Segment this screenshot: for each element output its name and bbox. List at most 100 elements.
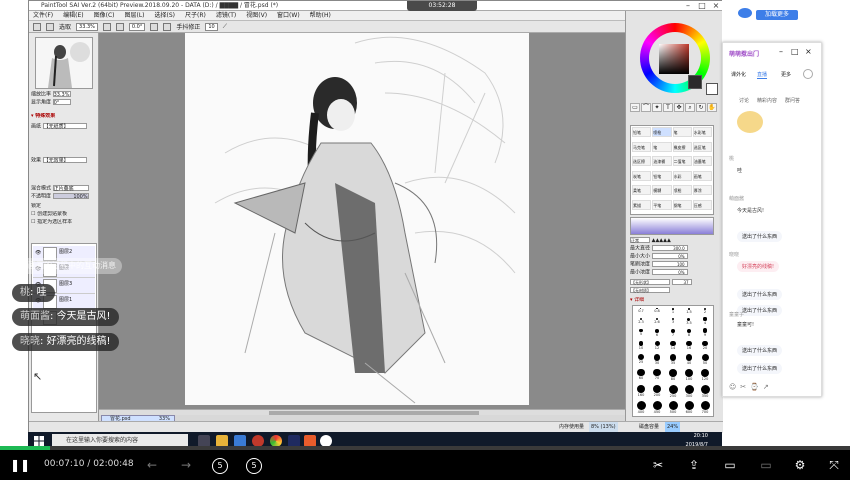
brush-size-preset[interactable]: 2	[704, 307, 706, 314]
maximize-icon[interactable]: □	[695, 1, 709, 11]
brush-size-preset[interactable]: 80	[669, 368, 677, 381]
chat-minimize-icon[interactable]: –	[779, 47, 783, 56]
sub-tab[interactable]: 群问答	[785, 97, 800, 104]
chat-close-icon[interactable]: ×	[805, 47, 812, 56]
chat-tab[interactable]: 更多	[781, 71, 791, 78]
brush-item[interactable]: 铅笔	[632, 127, 652, 137]
share-icon[interactable]: ⇪	[686, 458, 702, 472]
brush-item[interactable]: 模糊	[652, 185, 672, 195]
brush-item[interactable]: 二值笔	[672, 156, 692, 166]
brush-item[interactable]: 选区擦	[632, 156, 652, 166]
chat-tab-active[interactable]: 直播	[757, 71, 768, 79]
menu-help[interactable]: 帮助(H)	[310, 11, 331, 20]
brush-size-preset[interactable]: 10	[638, 341, 644, 350]
blend-select[interactable]: 正片叠底	[52, 185, 89, 192]
brush-item[interactable]: 炭笔	[632, 170, 652, 181]
menu-select[interactable]: 选择(S)	[155, 11, 176, 20]
clip-checkbox[interactable]: ☐ 创建剪贴蒙板	[31, 211, 97, 218]
navigator-thumbnail[interactable]	[35, 37, 93, 89]
zoom-box[interactable]: 33.3%	[76, 22, 98, 31]
brush-size-preset[interactable]: 60	[637, 369, 645, 380]
windows-start-icon[interactable]	[34, 436, 44, 446]
brush-size-preset[interactable]: 12	[654, 340, 660, 350]
brush-item[interactable]: 橡皮擦	[672, 141, 692, 152]
brush-item[interactable]: 笔	[652, 141, 672, 152]
brush-size-preset[interactable]: 6	[655, 328, 659, 337]
brush-size-preset[interactable]: 35	[669, 354, 677, 365]
select-all-icon[interactable]	[33, 22, 41, 31]
zoom-in-icon[interactable]	[115, 22, 124, 31]
brush-item[interactable]: 柔笔	[632, 185, 652, 195]
size-field[interactable]: 300.0	[651, 245, 688, 251]
brush-size-preset[interactable]: 5	[639, 328, 643, 336]
drawing-canvas[interactable]	[185, 33, 529, 405]
angle-box[interactable]: 0.0°	[128, 22, 146, 31]
brush-size-preset[interactable]: 500	[668, 401, 678, 414]
menu-view[interactable]: 视图(V)	[246, 11, 267, 20]
min-density-field[interactable]: 0%	[651, 269, 688, 275]
detail-toggle[interactable]: ▾ 详细	[630, 297, 718, 304]
zoom-out-icon[interactable]	[102, 22, 111, 31]
rotate-view-icon[interactable]: ↻	[696, 103, 706, 112]
add-icon[interactable]	[803, 69, 813, 79]
shape-swatches[interactable]: ▲▲▲▲▲	[652, 238, 671, 244]
menu-layer[interactable]: 图层(L)	[125, 11, 145, 20]
brush-size-preset[interactable]: 30	[653, 354, 661, 365]
scissors-icon[interactable]: ✂	[650, 458, 666, 472]
brush-size-preset[interactable]: 7	[671, 328, 675, 337]
brush-size-preset[interactable]: 1	[672, 308, 674, 314]
brush-size-preset[interactable]: 2.3	[638, 317, 644, 324]
brush-item[interactable]: 画笔	[692, 170, 712, 181]
forward-5-icon[interactable]: 5	[246, 458, 262, 474]
magic-wand-icon[interactable]: ✦	[652, 103, 662, 112]
brush-item[interactable]: 喷枪	[672, 185, 692, 195]
shape-value[interactable]: 37	[671, 279, 692, 285]
brush-item[interactable]: 选区笔	[692, 141, 712, 152]
effects-section-header[interactable]: ▾ 特殊效果	[31, 113, 97, 120]
brush-size-preset[interactable]: 50	[701, 353, 709, 365]
lasso-icon[interactable]: ⌒	[641, 103, 651, 112]
eye-icon[interactable]: 👁	[35, 250, 41, 256]
text-icon[interactable]: T	[663, 103, 673, 112]
rewind-5-icon[interactable]: 5	[212, 458, 228, 474]
select-rect-icon[interactable]: ▭	[630, 103, 640, 112]
screen-icon[interactable]: ▭	[758, 458, 774, 472]
brush-item[interactable]: 水彩	[672, 170, 692, 181]
brush-size-preset[interactable]: 70	[653, 368, 661, 380]
brush-size-preset[interactable]: 9	[702, 328, 708, 337]
brush-item[interactable]: 素描	[632, 199, 652, 210]
min-size-field[interactable]: 0%	[651, 253, 688, 259]
chat-tab[interactable]: 课外化	[731, 71, 746, 78]
texture-select[interactable]: 【无纸质】	[42, 123, 87, 130]
shape-select[interactable]: 【无形状】	[630, 279, 670, 285]
pause-icon[interactable]: ❚❚	[10, 458, 30, 472]
primary-color-swatch[interactable]	[688, 75, 702, 89]
brush-size-preset[interactable]: 400	[636, 401, 646, 414]
brush-size-preset[interactable]: 200	[652, 384, 662, 397]
zoom-field[interactable]: 33.3%	[52, 91, 71, 98]
stabilizer-box[interactable]: 10	[205, 22, 218, 31]
brush-size-preset[interactable]: 3	[671, 317, 675, 324]
menu-filter[interactable]: 滤镜(T)	[216, 11, 236, 20]
rotate-icon[interactable]	[150, 22, 159, 31]
zoom-icon[interactable]: ⌕	[685, 103, 695, 112]
hand-icon[interactable]: ✋	[707, 103, 717, 112]
brush-size-preset[interactable]: 600	[684, 401, 694, 414]
close-icon[interactable]: ×	[709, 1, 723, 11]
prev-icon[interactable]: ←	[144, 458, 160, 472]
brush-item[interactable]: 水彩笔	[692, 127, 712, 137]
brush-size-preset[interactable]: 40	[685, 354, 693, 365]
brush-item[interactable]: 厚涂	[692, 185, 712, 195]
sub-tab[interactable]: 精彩内容	[757, 97, 777, 104]
move-icon[interactable]: ✥	[674, 103, 684, 112]
line-icon[interactable]: ⟋	[223, 23, 227, 31]
menu-window[interactable]: 窗口(W)	[277, 11, 300, 20]
brush-size-preset[interactable]: 2.6	[654, 317, 660, 324]
chat-maximize-icon[interactable]: □	[791, 47, 799, 56]
brush-size-preset[interactable]: 4	[703, 317, 707, 325]
select-label[interactable]: 选取	[59, 22, 71, 31]
angle-field[interactable]: 0°	[52, 99, 71, 106]
brush-size-preset[interactable]: 160	[636, 384, 646, 397]
brush-size-preset[interactable]: 700	[700, 401, 710, 414]
brush-item[interactable]: 铅笔	[652, 170, 672, 181]
